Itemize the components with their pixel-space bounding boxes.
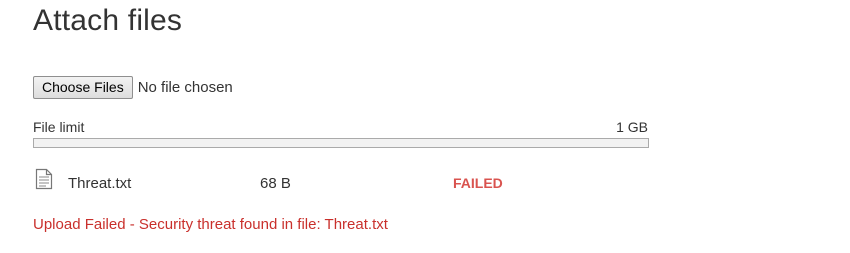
file-input: Choose Files No file chosen	[33, 76, 233, 99]
choose-files-button[interactable]: Choose Files	[33, 76, 133, 99]
file-limit-value: 1 GB	[616, 119, 648, 135]
file-name: Threat.txt	[68, 175, 132, 192]
file-limit-label: File limit	[33, 119, 85, 135]
file-limit-row: File limit 1 GB	[33, 119, 648, 137]
file-chosen-status: No file chosen	[137, 79, 233, 96]
document-icon	[35, 168, 53, 190]
upload-error-message: Upload Failed - Security threat found in…	[33, 216, 388, 233]
page-title: Attach files	[33, 4, 183, 37]
file-size: 68 B	[260, 175, 291, 192]
attach-files-panel: Attach files Choose Files No file chosen…	[0, 0, 850, 253]
file-status-badge: FAILED	[453, 175, 503, 191]
file-list-item: Threat.txt 68 B FAILED	[33, 168, 653, 196]
file-limit-progress-bar	[33, 138, 649, 148]
